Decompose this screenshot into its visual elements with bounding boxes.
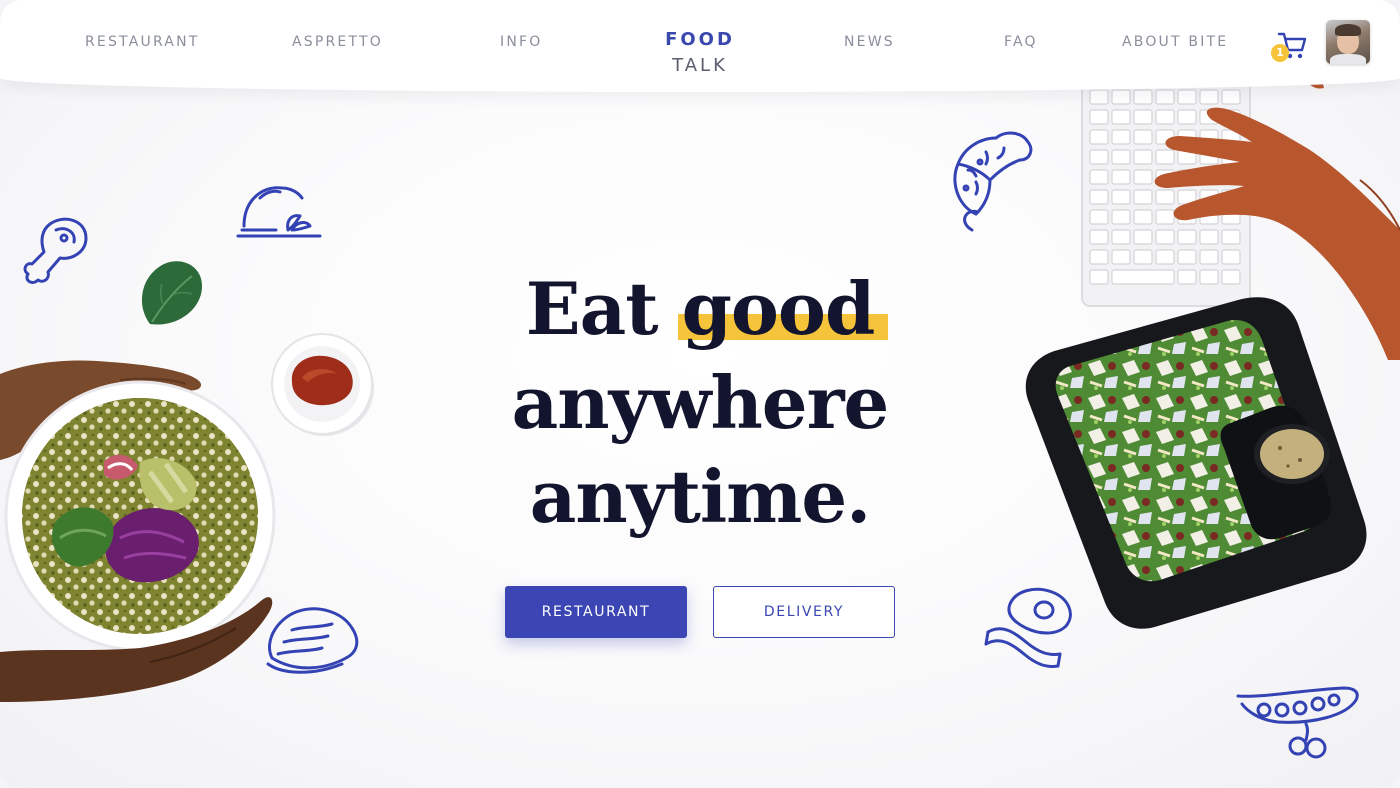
logo-line-2: TALK: [672, 55, 728, 76]
nav-link-news[interactable]: NEWS: [844, 34, 895, 50]
nav-link-restaurant[interactable]: RESTAURANT: [85, 34, 200, 50]
croissant-icon: [953, 131, 1033, 232]
avatar-hair: [1335, 24, 1361, 36]
food-talk-logo[interactable]: FOOD TALK: [630, 27, 770, 79]
headline-highlight-good: good: [677, 262, 889, 356]
serving-cloche-icon: [236, 186, 322, 238]
logo-line-1: FOOD: [665, 29, 735, 50]
salad-takeaway-box: [1025, 297, 1367, 629]
nav-link-about-bite[interactable]: ABOUT BITE: [1122, 34, 1228, 50]
green-soup-bowl: [0, 360, 276, 702]
headline-line-3: anytime.: [529, 454, 872, 539]
nav-link-faq[interactable]: FAQ: [1004, 34, 1038, 50]
restaurant-button[interactable]: RESTAURANT: [505, 586, 687, 638]
top-navigation-bar: RESTAURANT ASPRETTO INFO FOOD TALK NEWS …: [0, 0, 1400, 92]
headline-word-eat: Eat: [525, 266, 659, 351]
spinach-leaf: [141, 261, 202, 325]
bacon-egg-icon: [984, 587, 1072, 668]
cart-count-badge: 1: [1271, 44, 1289, 62]
user-avatar[interactable]: AI: [1326, 20, 1370, 64]
pea-pod-icon: [1236, 686, 1359, 759]
delivery-button[interactable]: DELIVERY: [713, 586, 895, 638]
nav-link-info[interactable]: INFO: [500, 34, 542, 50]
headline-line-2: anywhere: [511, 360, 890, 445]
meat-drumstick-icon: [23, 217, 88, 284]
headline-line-1: Eat good: [440, 262, 960, 356]
page: RESTAURANT ASPRETTO INFO FOOD TALK NEWS …: [0, 0, 1400, 788]
steak-icon: [266, 607, 359, 674]
nav-link-aspretto[interactable]: ASPRETTO: [292, 34, 383, 50]
avatar-initials: AI: [1360, 55, 1368, 64]
hero-headline: Eat good anywhere anytime.: [440, 262, 960, 544]
headline-highlight-wrap: good: [677, 266, 889, 351]
